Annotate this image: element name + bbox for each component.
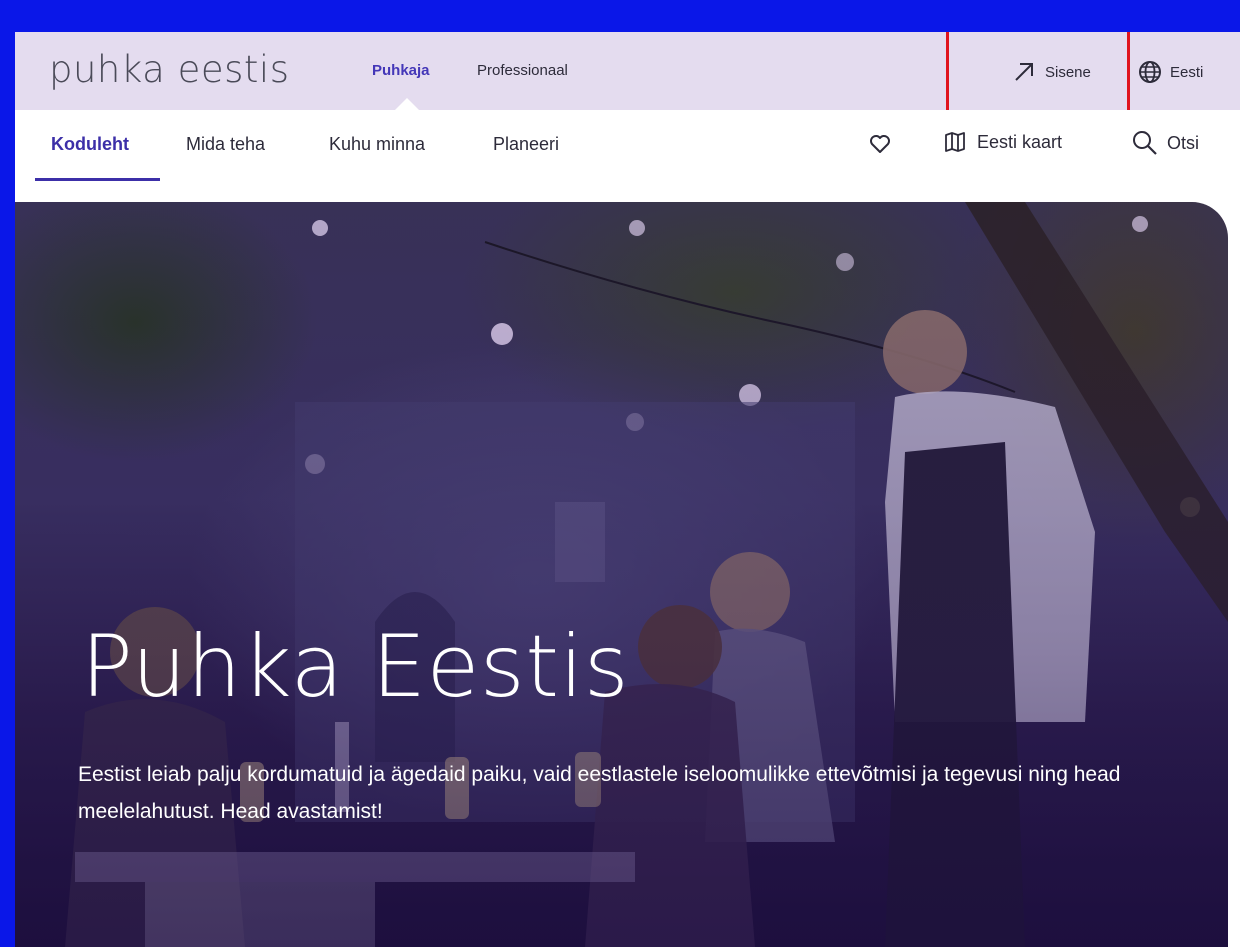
active-nav-underline: [35, 178, 160, 181]
language-selector[interactable]: Eesti: [1137, 54, 1203, 90]
top-bar: puhka eestis Puhkaja Professionaal Sisen…: [15, 32, 1240, 123]
nav-item-planeeri[interactable]: Planeeri: [493, 134, 559, 155]
tab-professionaal[interactable]: Professionaal: [477, 62, 568, 79]
arrow-up-right-icon: [1015, 63, 1033, 81]
hero-description: Eestist leiab palju kordumatuid ja ägeda…: [78, 763, 1121, 823]
login-button[interactable]: Sisene: [1011, 54, 1091, 90]
heart-icon[interactable]: [868, 132, 892, 156]
map-link[interactable]: Eesti kaart: [943, 130, 1062, 154]
map-label: Eesti kaart: [977, 131, 1063, 152]
search-button[interactable]: Otsi: [1131, 129, 1199, 157]
page: puhka eestis Puhkaja Professionaal Sisen…: [15, 32, 1240, 947]
site-logo[interactable]: puhka eestis: [49, 48, 289, 91]
hero-overlay: [15, 202, 1228, 947]
search-label: Otsi: [1167, 132, 1200, 153]
globe-icon: [1139, 61, 1161, 83]
map-icon: [945, 132, 965, 152]
hero-banner: Puhka Eestis Eestist leiab palju korduma…: [15, 202, 1228, 947]
tab-puhkaja[interactable]: Puhkaja: [372, 62, 430, 79]
nav-item-koduleht[interactable]: Koduleht: [51, 134, 129, 155]
login-label: Sisene: [1045, 63, 1091, 81]
search-icon: [1133, 131, 1157, 155]
main-nav: Koduleht Mida teha Kuhu minna Planeeri E…: [15, 110, 1240, 202]
language-label: Eesti: [1170, 63, 1204, 81]
hero-title: Puhka Eestis: [81, 617, 630, 717]
active-tab-caret: [395, 98, 419, 110]
nav-item-mida-teha[interactable]: Mida teha: [186, 134, 265, 155]
nav-item-kuhu-minna[interactable]: Kuhu minna: [329, 134, 425, 155]
